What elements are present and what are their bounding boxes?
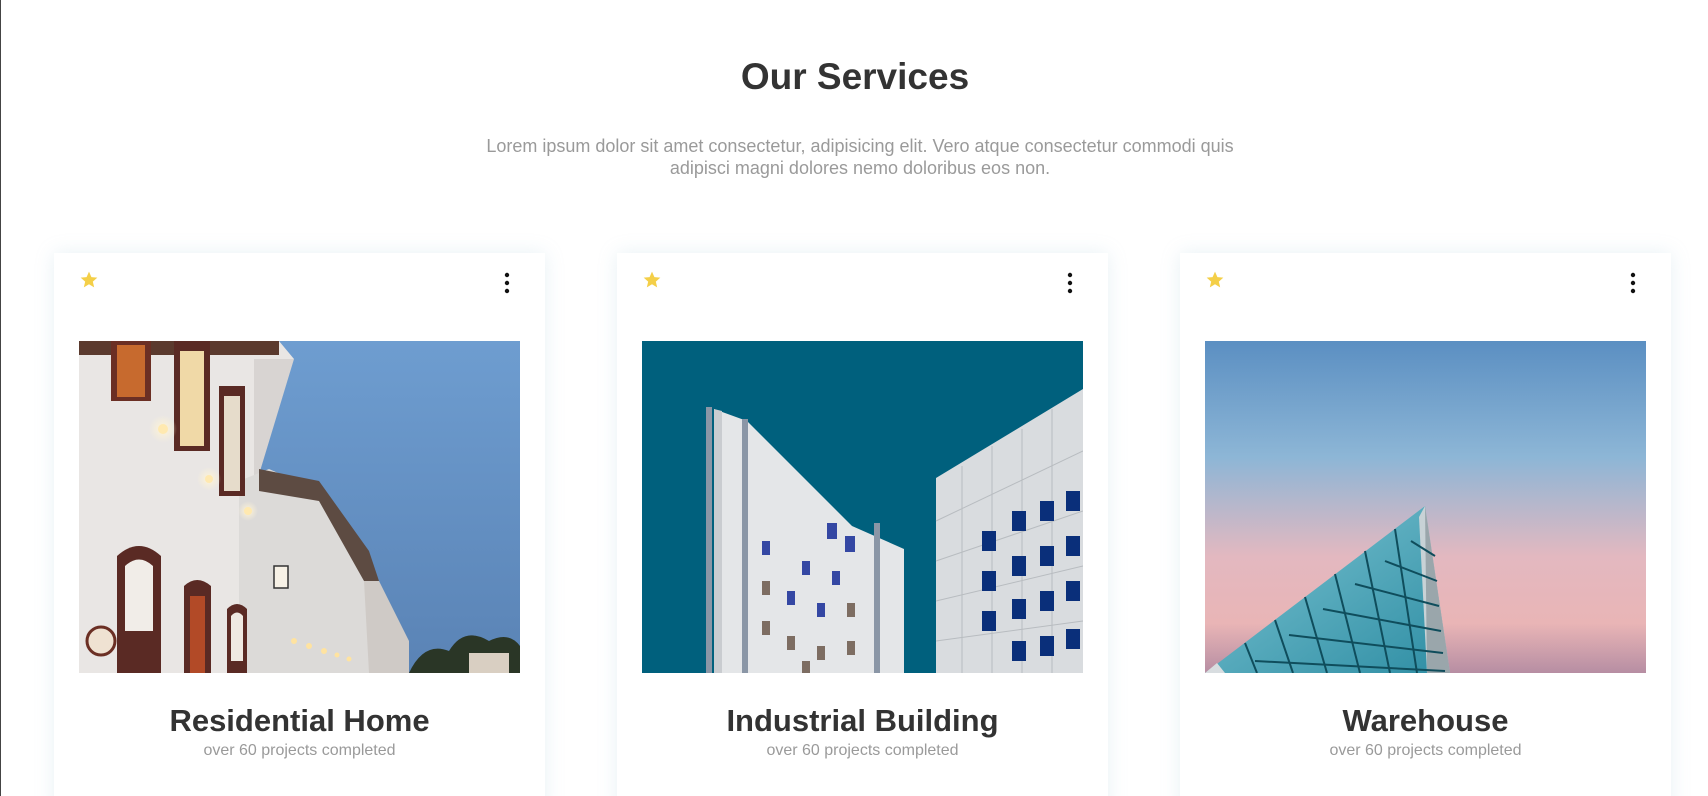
service-card-industrial-building[interactable]: Industrial Building over 60 projects com… xyxy=(617,253,1108,796)
section-description: Lorem ipsum dolor sit amet consectetur, … xyxy=(486,136,1234,178)
more-vertical-icon[interactable] xyxy=(1623,271,1643,295)
card-title: Warehouse xyxy=(1342,703,1509,738)
section-title: Our Services xyxy=(740,56,970,97)
warehouse-image xyxy=(1205,341,1646,673)
residential-home-image xyxy=(79,341,520,673)
card-subtitle: over 60 projects completed xyxy=(766,742,959,759)
star-icon[interactable] xyxy=(1205,270,1225,290)
card-subtitle: over 60 projects completed xyxy=(1329,742,1522,759)
star-icon[interactable] xyxy=(79,270,99,290)
services-page: Our Services Lorem ipsum dolor sit amet … xyxy=(0,0,1708,796)
service-card-warehouse[interactable]: Warehouse over 60 projects completed xyxy=(1180,253,1671,796)
more-vertical-icon[interactable] xyxy=(497,271,517,295)
card-subtitle: over 60 projects completed xyxy=(203,742,396,759)
card-title: Residential Home xyxy=(169,703,430,738)
more-vertical-icon[interactable] xyxy=(1060,271,1080,295)
industrial-building-image xyxy=(642,341,1083,673)
star-icon[interactable] xyxy=(642,270,662,290)
card-title: Industrial Building xyxy=(726,703,999,738)
service-cards: Residential Home over 60 projects comple… xyxy=(54,253,1671,796)
service-card-residential-home[interactable]: Residential Home over 60 projects comple… xyxy=(54,253,545,796)
